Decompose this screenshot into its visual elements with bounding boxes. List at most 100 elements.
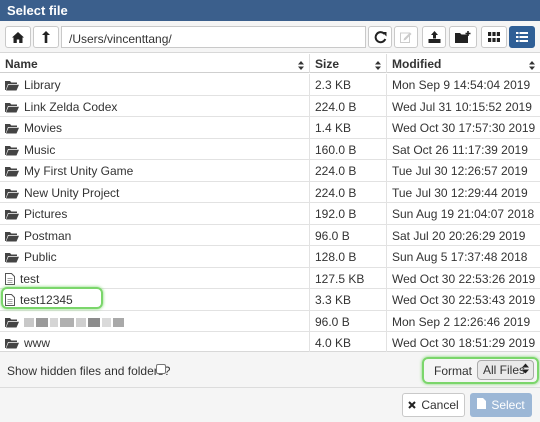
cell-modified: Wed Oct 30 17:57:30 2019: [392, 121, 536, 135]
grid-view-button[interactable]: [481, 26, 507, 48]
cell-size: 224.0 B: [310, 181, 387, 203]
cell-size: 1.4 KB: [310, 117, 387, 138]
cell-modified: Mon Sep 2 12:26:46 2019: [392, 314, 531, 329]
table-row[interactable]: www 4.0 KB Wed Oct 30 18:51:29 2019: [0, 332, 540, 354]
upload-icon: [428, 31, 441, 43]
home-icon: [12, 31, 24, 43]
table-row[interactable]: My First Unity Game 224.0 B Tue Jul 30 12:…: [0, 160, 540, 182]
cell-name: Music: [0, 138, 310, 160]
format-label: Format: [434, 364, 473, 378]
column-header-name[interactable]: Name: [0, 54, 310, 73]
toolbar: [0, 21, 540, 53]
column-header-modified[interactable]: Modified: [387, 54, 540, 73]
cell-name: test: [0, 267, 310, 289]
cell-name: Postman: [0, 224, 310, 246]
cell-name: New Unity Project: [0, 181, 310, 203]
cell-size: 4.0 KB: [310, 332, 387, 353]
upload-button[interactable]: [422, 26, 446, 48]
redacted-name: [24, 315, 126, 329]
table-row[interactable]: test 127.5 KB Wed Oct 30 22:53:26 2019: [0, 267, 540, 289]
cancel-button[interactable]: Cancel: [402, 393, 465, 417]
cell-name: Movies: [0, 117, 310, 138]
cell-modified: Wed Oct 30 18:51:29 2019: [392, 336, 536, 350]
file-table: Name Size Modified Library 2.3 KB Mon Sep …: [0, 54, 540, 354]
cell-name: Library: [0, 74, 310, 95]
cell-name: Link Zelda Codex: [0, 95, 310, 117]
table-row[interactable]: Link Zelda Codex 224.0 B Wed Jul 31 10:15:…: [0, 95, 540, 117]
cell-modified: Tue Jul 30 12:29:44 2019: [392, 185, 528, 200]
cell-size: 3.3 KB: [310, 289, 387, 310]
table-row[interactable]: test12345 3.3 KB Wed Oct 30 22:53:43 2019: [0, 289, 540, 311]
up-button[interactable]: [33, 26, 59, 48]
cell-modified: Sat Jul 20 20:26:29 2019: [392, 228, 526, 243]
table-row[interactable]: Postman 96.0 B Sat Jul 20 20:26:29 2019: [0, 224, 540, 246]
cell-size: 160.0 B: [310, 138, 387, 160]
cell-size: 96.0 B: [310, 310, 387, 332]
new-folder-button[interactable]: [449, 26, 477, 48]
cell-modified: Tue Jul 30 12:26:57 2019: [392, 164, 528, 178]
cell-size: 224.0 B: [310, 160, 387, 181]
sort-icon: [375, 59, 381, 73]
folder-icon: [5, 231, 19, 245]
table-row[interactable]: Public 128.0 B Sun Aug 5 17:37:48 2018: [0, 246, 540, 268]
dialog-title: Select file: [0, 0, 540, 21]
folder-icon: [5, 80, 19, 94]
format-select[interactable]: All Files: [477, 360, 534, 380]
dialog-actions: Cancel Select: [0, 388, 540, 422]
cell-size: 224.0 B: [310, 95, 387, 117]
cell-modified: Wed Oct 30 22:53:26 2019: [392, 271, 536, 286]
cell-modified: Sat Oct 26 11:17:39 2019: [392, 142, 528, 157]
cell-modified: Wed Jul 31 10:15:52 2019: [392, 99, 532, 114]
grid-icon: [488, 32, 500, 42]
cell-name: Pictures: [0, 203, 310, 224]
show-hidden-label: Show hidden files and folders?: [7, 364, 171, 378]
folder-icon: [5, 123, 19, 137]
cell-size: 128.0 B: [310, 246, 387, 267]
cell-modified: Sun Aug 5 17:37:48 2018: [392, 250, 528, 264]
folder-plus-icon: [454, 31, 472, 43]
table-row[interactable]: New Unity Project 224.0 B Tue Jul 30 12:29…: [0, 181, 540, 203]
show-hidden-checkbox[interactable]: [156, 364, 166, 374]
list-view-button[interactable]: [509, 26, 535, 48]
cell-size: 127.5 KB: [310, 267, 387, 289]
sort-icon: [298, 59, 304, 73]
cell-modified: Wed Oct 30 22:53:43 2019: [392, 293, 536, 307]
cell-size: 192.0 B: [310, 203, 387, 224]
refresh-button[interactable]: [368, 26, 392, 48]
arrow-up-icon: [41, 31, 51, 43]
cell-name: test12345: [0, 289, 310, 310]
folder-icon: [5, 145, 19, 159]
cell-name: My First Unity Game: [0, 160, 310, 181]
folder-icon: [5, 188, 19, 202]
table-row[interactable]: 96.0 B Mon Sep 2 12:26:46 2019: [0, 310, 540, 332]
home-button[interactable]: [5, 26, 31, 48]
options-bar: Show hidden files and folders? Format Al…: [0, 352, 540, 388]
path-input[interactable]: [61, 26, 366, 48]
close-icon: [408, 398, 417, 412]
sort-icon: [529, 59, 535, 73]
list-icon: [516, 32, 528, 42]
folder-icon: [5, 102, 19, 116]
table-row[interactable]: Pictures 192.0 B Sun Aug 19 21:04:07 2018: [0, 203, 540, 225]
select-button[interactable]: Select: [470, 393, 532, 417]
select-arrows-icon: [522, 363, 529, 377]
table-row[interactable]: Library 2.3 KB Mon Sep 9 14:54:04 2019: [0, 74, 540, 96]
file-icon: [477, 398, 487, 412]
column-header-size[interactable]: Size: [310, 54, 387, 73]
cell-modified: Mon Sep 9 14:54:04 2019: [392, 78, 531, 92]
refresh-icon: [374, 30, 387, 44]
cell-name: [0, 310, 310, 332]
folder-icon: [5, 166, 19, 180]
table-row[interactable]: Movies 1.4 KB Wed Oct 30 17:57:30 2019: [0, 117, 540, 139]
table-row[interactable]: Music 160.0 B Sat Oct 26 11:17:39 2019: [0, 138, 540, 160]
folder-icon: [5, 209, 19, 223]
cell-size: 96.0 B: [310, 224, 387, 246]
table-header: Name Size Modified: [0, 54, 540, 73]
edit-button[interactable]: [394, 26, 418, 48]
folder-icon: [5, 338, 19, 352]
folder-icon: [5, 317, 19, 331]
pencil-icon: [400, 31, 412, 43]
cell-modified: Sun Aug 19 21:04:07 2018: [392, 207, 535, 221]
cell-name: www: [0, 332, 310, 353]
cell-size: 2.3 KB: [310, 74, 387, 95]
